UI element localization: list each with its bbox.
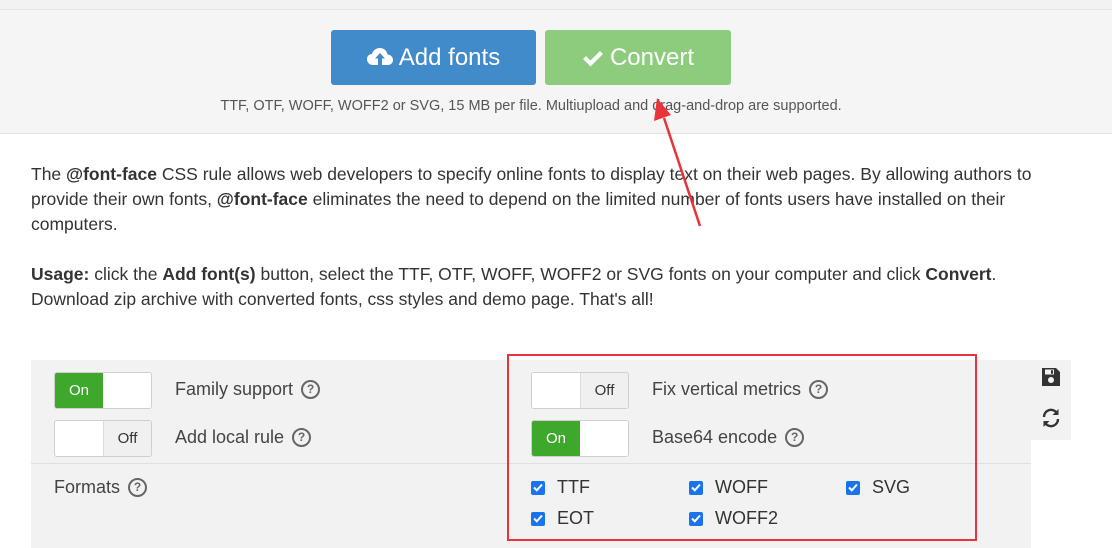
options-panel: On Family support? Off Add local rule? O… [31, 360, 1031, 548]
desc-text: click the [89, 264, 163, 284]
family-support-label: Family support? [175, 379, 321, 400]
top-strip [0, 0, 1112, 10]
format-name: TTF [557, 477, 590, 497]
desc-bold: Convert [925, 264, 992, 284]
add-local-rule-text: Add local rule [175, 427, 285, 447]
fix-vertical-metrics-toggle[interactable]: Off [531, 372, 629, 409]
toggle-on-state: On [55, 373, 103, 408]
family-support-toggle[interactable]: On [54, 372, 152, 409]
usage-label: Usage: [31, 264, 90, 284]
checkbox-checked-icon [689, 480, 703, 495]
formats-text: Formats [54, 477, 121, 497]
base64-encode-label: Base64 encode? [652, 427, 805, 448]
formats-label: Formats? [54, 477, 148, 498]
help-icon[interactable]: ? [301, 379, 321, 399]
description: The @font-face CSS rule allows web devel… [31, 162, 1071, 337]
desc-text: button, select the TTF, OTF, WOFF, WOFF2… [255, 264, 926, 284]
fix-vertical-metrics-label: Fix vertical metrics? [652, 379, 829, 400]
desc-bold: @font-face [216, 189, 308, 209]
add-fonts-label: Add fonts [398, 43, 501, 71]
help-icon[interactable]: ? [292, 427, 312, 447]
checkbox-checked-icon [531, 511, 545, 526]
convert-button[interactable]: Convert [545, 30, 731, 85]
fix-vertical-metrics-text: Fix vertical metrics [652, 379, 802, 399]
desc-bold: Add font(s) [162, 264, 256, 284]
convert-label: Convert [609, 43, 695, 71]
base64-encode-text: Base64 encode [652, 427, 778, 447]
help-icon[interactable]: ? [809, 379, 829, 399]
family-support-text: Family support [175, 379, 294, 399]
add-local-rule-toggle[interactable]: Off [54, 420, 152, 457]
usage-paragraph: Usage: click the Add font(s) button, sel… [31, 262, 1071, 312]
format-name: WOFF2 [715, 508, 778, 528]
add-fonts-button[interactable]: Add fonts [331, 30, 536, 85]
checkmark-icon [582, 48, 604, 68]
toggle-off-state: Off [103, 421, 151, 456]
format-name: EOT [557, 508, 595, 528]
save-icon[interactable] [1040, 366, 1062, 388]
format-checkbox-woff[interactable]: WOFF [689, 477, 768, 498]
checkbox-checked-icon [689, 511, 703, 526]
checkbox-checked-icon [531, 480, 545, 495]
upload-bar: Add fonts Convert TTF, OTF, WOFF, WOFF2 … [0, 10, 1112, 134]
format-name: WOFF [715, 477, 768, 497]
help-icon[interactable]: ? [785, 427, 805, 447]
toggle-off-state: Off [580, 373, 628, 408]
base64-encode-toggle[interactable]: On [531, 420, 629, 457]
add-local-rule-label: Add local rule? [175, 427, 312, 448]
format-checkbox-eot[interactable]: EOT [531, 508, 594, 529]
checkbox-checked-icon [846, 480, 860, 495]
desc-text: The [31, 164, 67, 184]
format-checkbox-woff2[interactable]: WOFF2 [689, 508, 778, 529]
format-checkbox-ttf[interactable]: TTF [531, 477, 590, 498]
help-icon[interactable]: ? [128, 477, 148, 497]
side-toolbar [1031, 360, 1071, 440]
desc-bold: @font-face [66, 164, 157, 184]
toggle-on-state: On [532, 421, 580, 456]
format-name: SVG [872, 477, 911, 497]
format-checkbox-svg[interactable]: SVG [846, 477, 910, 498]
cloud-upload-icon [366, 47, 393, 69]
description-paragraph: The @font-face CSS rule allows web devel… [31, 162, 1071, 237]
upload-hint: TTF, OTF, WOFF, WOFF2 or SVG, 15 MB per … [220, 98, 842, 114]
refresh-icon[interactable] [1040, 407, 1062, 429]
